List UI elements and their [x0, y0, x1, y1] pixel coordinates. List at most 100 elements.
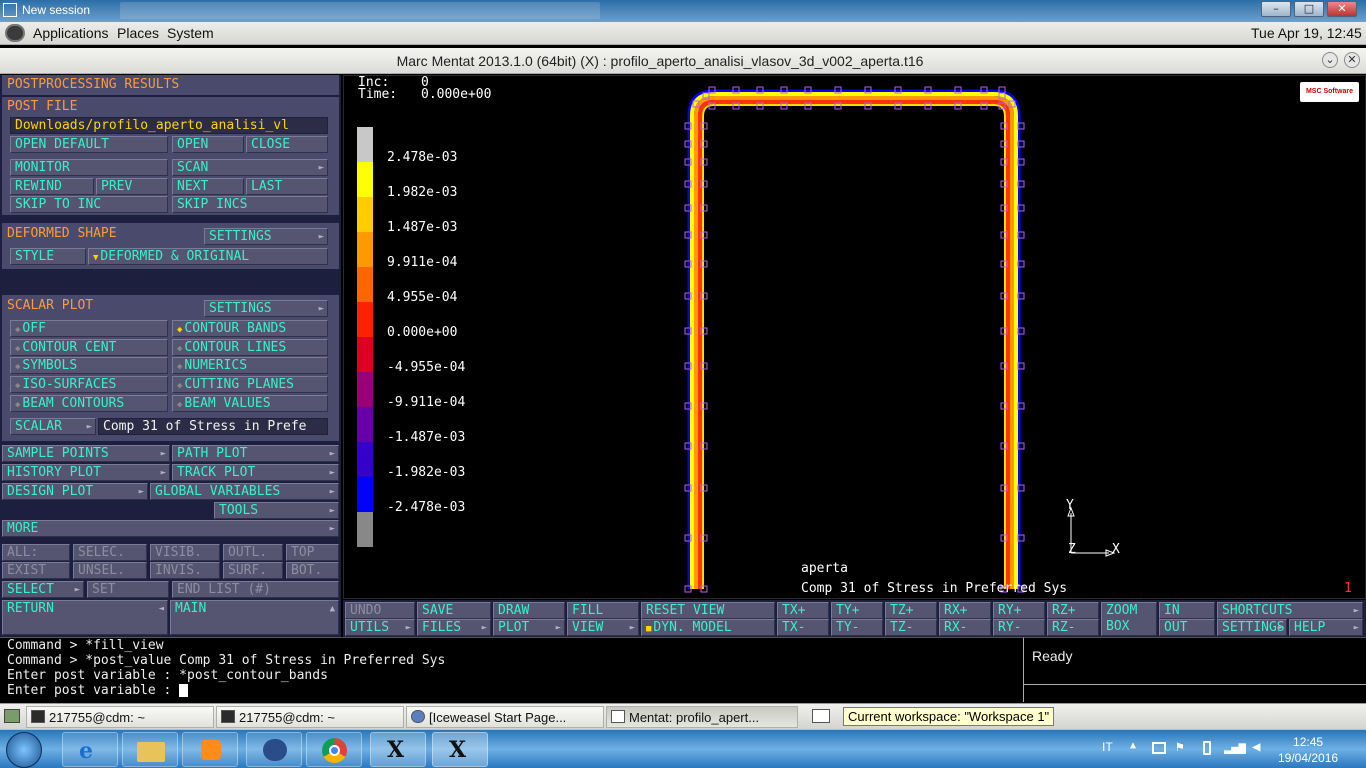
applications-menu[interactable]: Applications: [33, 25, 109, 41]
battery-icon[interactable]: [1203, 741, 1211, 755]
tz-plus-button[interactable]: TZ+: [885, 602, 937, 619]
rx-plus-button[interactable]: RX+: [939, 602, 991, 619]
reset-view-button[interactable]: RESET VIEW: [641, 602, 775, 619]
scan-button[interactable]: SCAN ►: [172, 159, 328, 176]
style-value-dropdown[interactable]: ▼ DEFORMED & ORIGINAL: [88, 248, 328, 265]
utils-button[interactable]: UTILS ►: [345, 619, 415, 636]
set-button[interactable]: SET: [87, 581, 169, 598]
history-plot-button[interactable]: HISTORY PLOT ►: [2, 464, 170, 481]
zoom-in-button[interactable]: IN: [1159, 602, 1215, 619]
draw-button[interactable]: DRAW: [493, 602, 565, 619]
ry-minus-button[interactable]: RY-: [993, 619, 1045, 636]
shortcuts-button[interactable]: SHORTCUTS ►: [1217, 602, 1363, 619]
ty-minus-button[interactable]: TY-: [831, 619, 883, 636]
off-radio[interactable]: ◆ OFF: [10, 320, 168, 337]
skip-to-inc-button[interactable]: SKIP TO INC: [10, 196, 168, 213]
close-file-button[interactable]: CLOSE: [246, 136, 328, 153]
return-button[interactable]: RETURN ◄: [2, 600, 168, 635]
next-button[interactable]: NEXT: [172, 178, 244, 195]
command-input-line[interactable]: Enter post variable :: [7, 683, 1023, 698]
tz-minus-button[interactable]: TZ-: [885, 619, 937, 636]
contour-bands-radio[interactable]: ◆ CONTOUR BANDS: [172, 320, 328, 337]
ry-plus-button[interactable]: RY+: [993, 602, 1045, 619]
track-plot-button[interactable]: TRACK PLOT ►: [172, 464, 339, 481]
maximize-button[interactable]: □: [1294, 1, 1324, 17]
bot-button[interactable]: BOT.: [286, 562, 339, 579]
show-desktop-icon[interactable]: [4, 709, 20, 723]
fill-button[interactable]: FILL: [567, 602, 639, 619]
top-button[interactable]: TOP: [286, 544, 339, 561]
iso-surfaces-radio[interactable]: ◆ ISO-SURFACES: [10, 376, 168, 393]
language-indicator[interactable]: IT: [1102, 740, 1113, 754]
tools-button[interactable]: TOOLS ►: [214, 502, 339, 519]
open-button[interactable]: OPEN: [172, 136, 244, 153]
graphics-viewport[interactable]: Inc: 0 Time: 0.000e+00 MSC Software Y X …: [343, 75, 1366, 599]
surf-button[interactable]: SURF.: [223, 562, 283, 579]
internet-explorer-icon[interactable]: e: [62, 732, 118, 767]
zoom-box-button[interactable]: ZOOM BOX: [1101, 602, 1157, 636]
rz-plus-button[interactable]: RZ+: [1047, 602, 1099, 619]
window-menu-icon[interactable]: [3, 3, 17, 17]
network-icon[interactable]: [1152, 742, 1166, 754]
system-menu[interactable]: System: [167, 25, 214, 41]
design-plot-button[interactable]: DESIGN PLOT ►: [2, 483, 148, 500]
taskbar-item-terminal-2[interactable]: 217755@cdm: ~: [216, 706, 404, 728]
minimize-button[interactable]: –: [1261, 1, 1291, 17]
main-button[interactable]: MAIN ▲: [170, 600, 339, 635]
close-icon[interactable]: ✕: [1344, 52, 1360, 68]
plot-button[interactable]: PLOT ►: [493, 619, 565, 636]
path-plot-button[interactable]: PATH PLOT ►: [172, 445, 339, 462]
x-server-icon-active[interactable]: X: [432, 732, 488, 767]
email-client-icon[interactable]: [246, 732, 302, 767]
taskbar-item-iceweasel[interactable]: [Iceweasel Start Page...: [406, 706, 604, 728]
visib-button[interactable]: VISIB.: [150, 544, 220, 561]
tx-plus-button[interactable]: TX+: [777, 602, 829, 619]
windows-clock[interactable]: 12:45 19/04/2016: [1278, 734, 1338, 766]
rx-minus-button[interactable]: RX-: [939, 619, 991, 636]
action-center-flag-icon[interactable]: ⚑: [1176, 740, 1184, 755]
ty-plus-button[interactable]: TY+: [831, 602, 883, 619]
numerics-radio[interactable]: ◆ NUMERICS: [172, 357, 328, 374]
taskbar-item-mentat[interactable]: Mentat: profilo_apert...: [606, 706, 798, 728]
monitor-button[interactable]: MONITOR: [10, 159, 168, 176]
tx-minus-button[interactable]: TX-: [777, 619, 829, 636]
signal-strength-icon[interactable]: ▂▄▆: [1224, 740, 1246, 754]
more-button[interactable]: MORE ►: [2, 520, 339, 537]
tray-expand-icon[interactable]: ▲: [1130, 740, 1136, 751]
sample-points-button[interactable]: SAMPLE POINTS ►: [2, 445, 170, 462]
taskbar-item-terminal-1[interactable]: 217755@cdm: ~: [26, 706, 214, 728]
scalar-button[interactable]: SCALAR ►: [10, 418, 96, 435]
toolbar-settings-button[interactable]: SETTINGS ►: [1217, 619, 1287, 636]
beam-contours-radio[interactable]: ◆ BEAM CONTOURS: [10, 395, 168, 412]
style-button[interactable]: STYLE: [10, 248, 86, 265]
rewind-button[interactable]: REWIND: [10, 178, 94, 195]
volume-icon[interactable]: ◀: [1252, 739, 1260, 755]
outl-button[interactable]: OUTL.: [223, 544, 283, 561]
contour-cent-radio[interactable]: ◆ CONTOUR CENT: [10, 339, 168, 356]
beam-values-radio[interactable]: ◆ BEAM VALUES: [172, 395, 328, 412]
x-server-icon[interactable]: X: [370, 732, 426, 767]
help-button[interactable]: HELP ►: [1289, 619, 1363, 636]
workspace-switcher-icon[interactable]: [812, 709, 830, 723]
media-player-icon[interactable]: [182, 732, 238, 767]
undo-button[interactable]: UNDO: [345, 602, 415, 619]
file-explorer-icon[interactable]: [122, 732, 178, 767]
end-list-button[interactable]: END LIST (#): [172, 581, 339, 598]
cutting-planes-radio[interactable]: ◆ CUTTING PLANES: [172, 376, 328, 393]
deformed-settings-button[interactable]: SETTINGS ►: [204, 228, 328, 245]
scalar-settings-button[interactable]: SETTINGS ►: [204, 300, 328, 317]
select-button[interactable]: SELECT ►: [2, 581, 84, 598]
all-button[interactable]: ALL:: [2, 544, 70, 561]
close-window-button[interactable]: ✕: [1327, 1, 1357, 17]
files-button[interactable]: FILES ►: [417, 619, 491, 636]
dyn-model-toggle[interactable]: ■ DYN. MODEL: [641, 619, 775, 636]
post-file-path-field[interactable]: Downloads/profilo_aperto_analisi_vl: [10, 117, 328, 134]
scalar-value-field[interactable]: Comp 31 of Stress in Prefe: [98, 418, 328, 435]
contour-lines-radio[interactable]: ◆ CONTOUR LINES: [172, 339, 328, 356]
invis-button[interactable]: INVIS.: [150, 562, 220, 579]
selec-button[interactable]: SELEC.: [73, 544, 147, 561]
prev-button[interactable]: PREV: [96, 178, 168, 195]
symbols-radio[interactable]: ◆ SYMBOLS: [10, 357, 168, 374]
zoom-out-button[interactable]: OUT: [1159, 619, 1215, 636]
view-button[interactable]: VIEW ►: [567, 619, 639, 636]
